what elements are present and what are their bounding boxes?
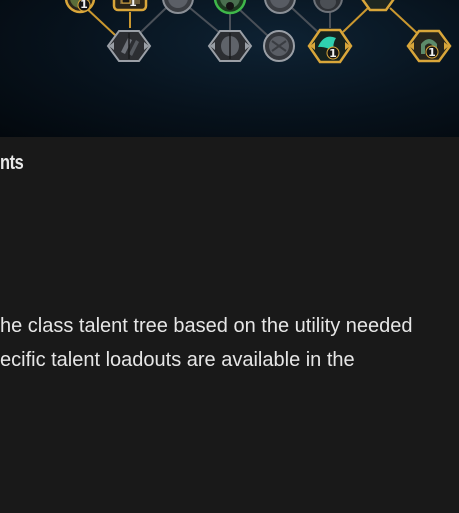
talent-node-gray-3[interactable] bbox=[313, 0, 343, 13]
talent-rank: 1 bbox=[80, 0, 88, 11]
talent-rank: 1 bbox=[329, 47, 337, 60]
talent-node-gray-2[interactable] bbox=[264, 0, 296, 14]
talent-link bbox=[239, 9, 269, 37]
section-paragraph: he class talent tree based on the utilit… bbox=[0, 309, 459, 377]
talent-link bbox=[189, 7, 221, 34]
paragraph-line: ecific talent loadouts are available in … bbox=[0, 349, 355, 371]
section-heading: nts bbox=[0, 152, 24, 174]
paragraph-line: he class talent tree based on the utilit… bbox=[0, 315, 413, 337]
talent-link bbox=[389, 7, 419, 35]
talent-link bbox=[139, 7, 167, 34]
talent-rank: 1 bbox=[428, 46, 436, 59]
talent-tree-graphic: 1 1 1 1 bbox=[64, 0, 452, 64]
talent-tree-banner: 1 1 1 1 bbox=[0, 0, 459, 137]
talent-rank: 1 bbox=[129, 0, 137, 9]
talent-node-gray-4[interactable] bbox=[263, 30, 295, 62]
talent-node-choice-2[interactable] bbox=[207, 30, 253, 62]
talent-node-gold-2[interactable]: 1 bbox=[112, 0, 148, 12]
talent-node-teal-choice[interactable]: 1 bbox=[307, 28, 353, 64]
talent-node-gray-1[interactable] bbox=[162, 0, 194, 14]
talent-link bbox=[291, 7, 321, 35]
talent-link bbox=[342, 7, 369, 33]
talent-node-arch-choice[interactable]: 1 bbox=[406, 29, 452, 63]
